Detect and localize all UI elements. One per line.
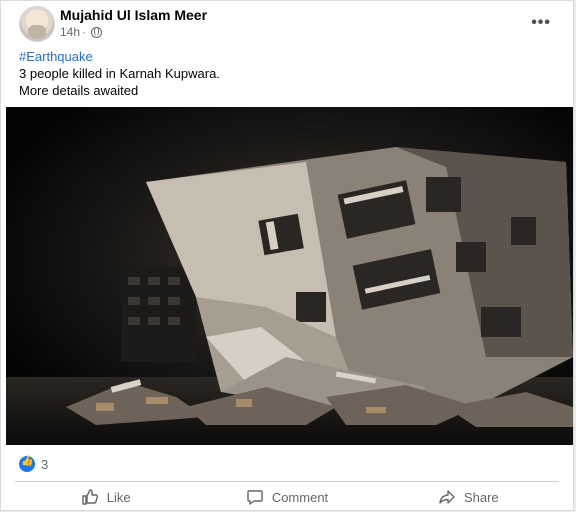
comment-icon <box>247 490 263 505</box>
hashtag-link[interactable]: #Earthquake <box>19 48 220 65</box>
post-meta: 14h · <box>60 25 103 39</box>
globe-icon[interactable] <box>91 26 103 38</box>
post-photo[interactable] <box>6 107 573 445</box>
post-time[interactable]: 14h <box>60 25 80 39</box>
post-line-2: More details awaited <box>19 83 139 98</box>
share-icon <box>439 490 455 504</box>
time-separator: · <box>82 25 87 39</box>
like-button[interactable]: Like <box>15 483 196 511</box>
post-line-1: 3 people killed in Karnah Kupwara. <box>19 66 220 81</box>
share-button[interactable]: Share <box>378 483 559 511</box>
comment-label: Comment <box>271 489 329 505</box>
post-card: Mujahid Ul Islam Meer 14h · ••• #Earthqu… <box>0 0 574 511</box>
post-text: #Earthquake 3 people killed in Karnah Ku… <box>19 48 220 99</box>
action-bar: Like Comment Share <box>15 483 559 511</box>
like-reaction-icon <box>19 456 35 472</box>
reaction-count: 3 <box>41 456 49 472</box>
like-icon <box>82 489 98 505</box>
like-label: Like <box>106 489 131 505</box>
divider <box>15 481 559 482</box>
share-label: Share <box>463 489 499 505</box>
reactions-summary[interactable]: 3 <box>19 456 48 472</box>
collapsed-building-photo <box>6 107 573 445</box>
avatar[interactable] <box>19 6 55 42</box>
author-name[interactable]: Mujahid Ul Islam Meer <box>60 7 207 23</box>
post-header: Mujahid Ul Islam Meer 14h · ••• <box>1 1 573 45</box>
comment-button[interactable]: Comment <box>196 483 377 511</box>
more-options-icon[interactable]: ••• <box>531 14 551 32</box>
